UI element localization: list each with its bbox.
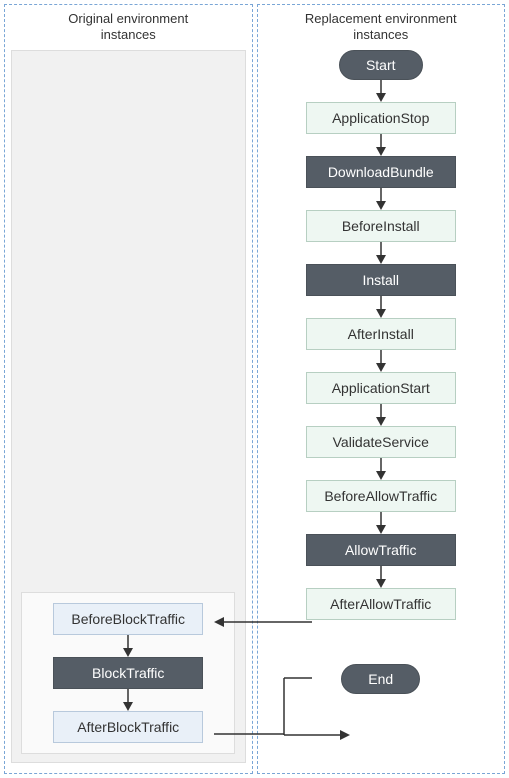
node-beforeallowtraffic: BeforeAllowTraffic [306,480,456,512]
node-afterallowtraffic: AfterAllowTraffic [306,588,456,620]
original-title-line2: instances [101,27,156,42]
arrow-down-icon [371,458,391,480]
replacement-title-line2: instances [353,27,408,42]
arrow-down-icon [118,689,138,711]
arrow-down-icon [371,188,391,210]
block-traffic-group: BeforeBlockTraffic BlockTraffic AfterBlo… [21,592,235,754]
arrow-down-icon [371,134,391,156]
node-downloadbundle: DownloadBundle [306,156,456,188]
arrow-down-icon [371,350,391,372]
replacement-environment-column: Replacement environment instances Start … [257,4,506,774]
replacement-column-header: Replacement environment instances [305,11,457,44]
right-flow: Start ApplicationStop DownloadBundle Bef… [264,50,499,694]
node-install: Install [306,264,456,296]
arrow-down-icon [371,512,391,534]
node-blocktraffic: BlockTraffic [53,657,203,689]
node-allowtraffic: AllowTraffic [306,534,456,566]
node-beforeblocktraffic: BeforeBlockTraffic [53,603,203,635]
node-beforeinstall: BeforeInstall [306,210,456,242]
node-applicationstart: ApplicationStart [306,372,456,404]
replacement-title-line1: Replacement environment [305,11,457,26]
node-afterblocktraffic: AfterBlockTraffic [53,711,203,743]
arrow-down-icon [371,566,391,588]
original-column-header: Original environment instances [68,11,188,44]
diagram-container: Original environment instances BeforeBlo… [4,4,505,774]
arrow-down-icon [118,635,138,657]
original-environment-area: BeforeBlockTraffic BlockTraffic AfterBlo… [11,50,246,764]
left-flow: BeforeBlockTraffic BlockTraffic AfterBlo… [30,603,226,743]
node-afterinstall: AfterInstall [306,318,456,350]
node-validateservice: ValidateService [306,426,456,458]
node-applicationstop: ApplicationStop [306,102,456,134]
start-terminal: Start [339,50,423,80]
arrow-down-icon [371,404,391,426]
arrow-down-icon [371,296,391,318]
arrow-down-icon [371,80,391,102]
end-terminal: End [341,664,420,694]
arrow-down-icon [371,242,391,264]
original-environment-column: Original environment instances BeforeBlo… [4,4,253,774]
original-title-line1: Original environment [68,11,188,26]
